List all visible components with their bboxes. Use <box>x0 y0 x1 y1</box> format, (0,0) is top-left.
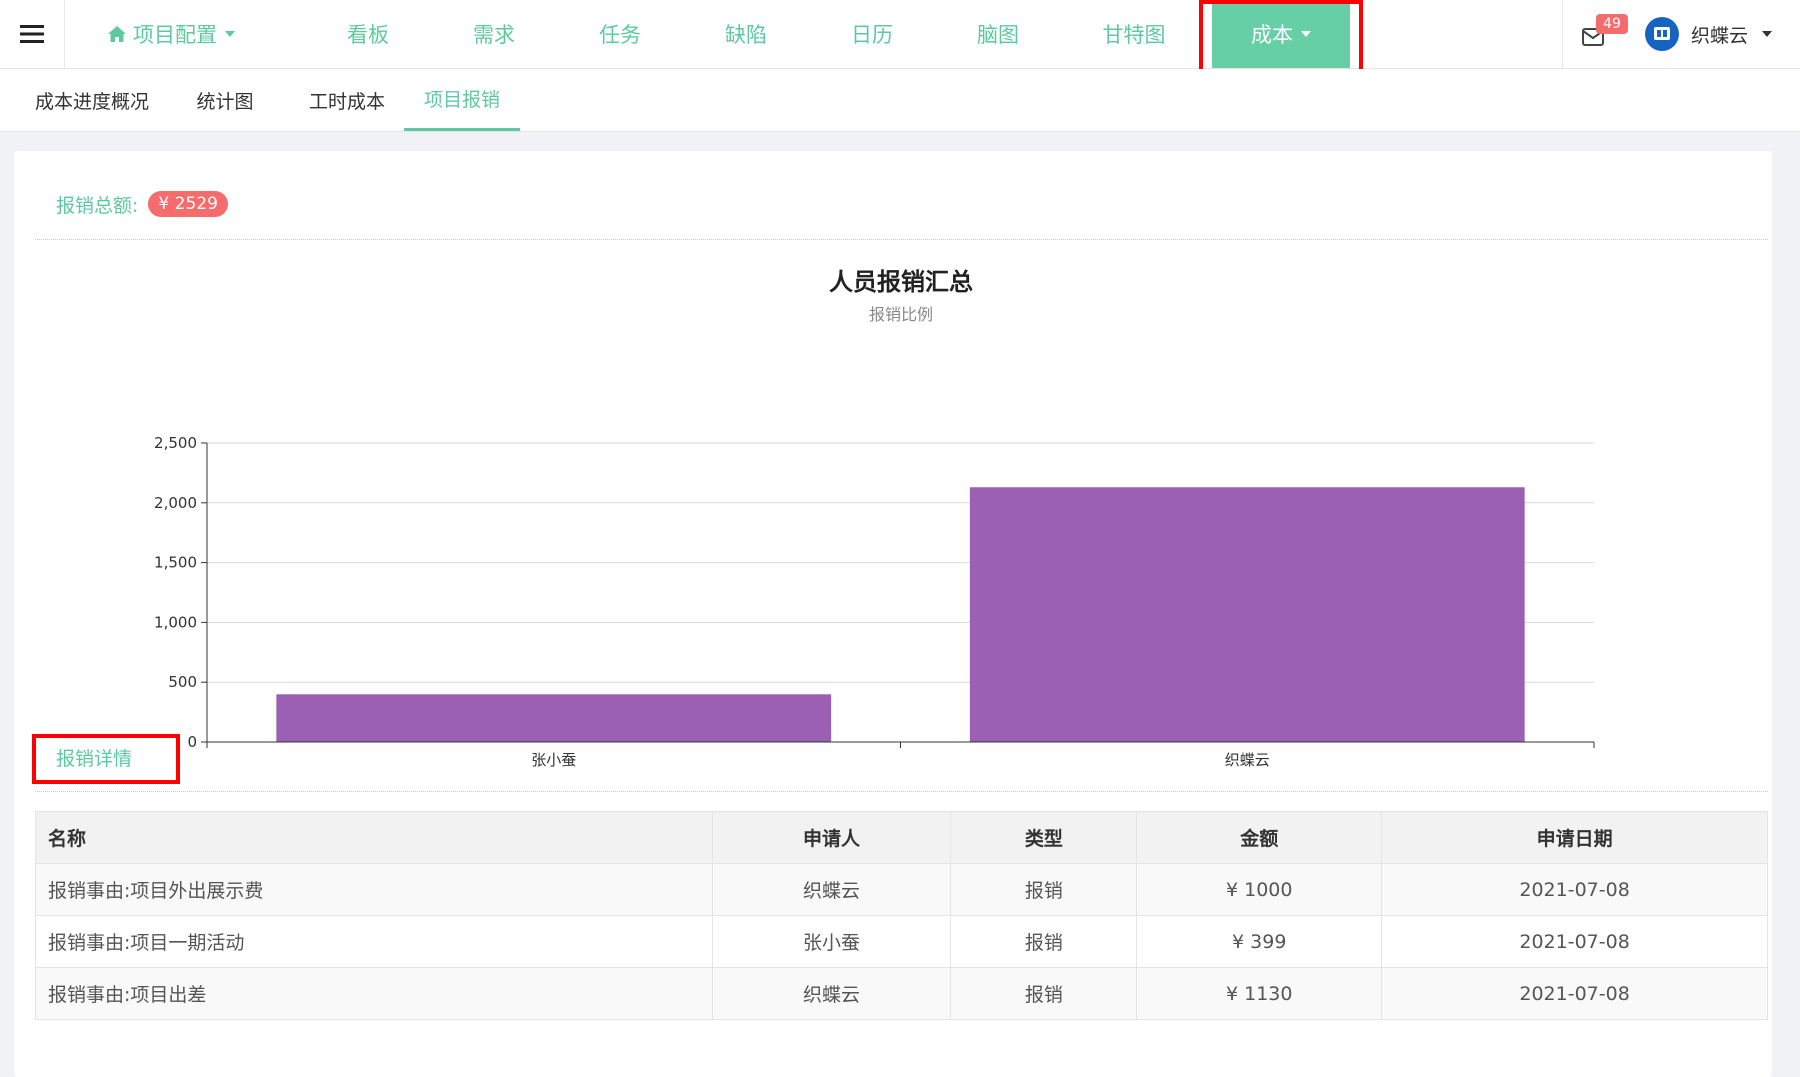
cell-date: 2021-07-08 <box>1381 863 1768 916</box>
nav-requirements-label: 需求 <box>473 23 515 47</box>
brand-logo-icon <box>1654 27 1670 40</box>
user-name: 织蝶云 <box>1691 24 1749 47</box>
nav-project-config-label: 项目配置 <box>133 23 217 47</box>
y-tick-label: 2,000 <box>154 494 197 512</box>
cell-applicant: 织蝶云 <box>711 863 952 916</box>
y-tick-label: 1,000 <box>154 613 197 631</box>
y-tick-label: 2,500 <box>154 434 197 452</box>
cell-type: 报销 <box>950 915 1138 968</box>
reimbursement-table: 名称 申请人 类型 金额 申请日期 报销事由:项目外出展示费 织蝶云 报销 ¥ … <box>35 811 1768 1020</box>
col-header-name[interactable]: 名称 <box>35 811 713 864</box>
tab-cost-overview-label: 成本进度概况 <box>34 90 149 113</box>
cell-amount: ¥ 399 <box>1136 915 1383 968</box>
nav-gantt-label: 甘特图 <box>1102 23 1166 47</box>
nav-requirements[interactable]: 需求 <box>444 0 544 68</box>
hamburger-icon <box>20 25 44 43</box>
bar-chart: 人员报销汇总 报销比例 0 500 1,000 1,500 2,000 2,500 张小蚕 织… <box>154 268 1595 769</box>
chevron-down-icon <box>1301 31 1311 37</box>
cell-type: 报销 <box>950 863 1138 916</box>
nav-kanban[interactable]: 看板 <box>318 0 418 68</box>
chart-title: 人员报销汇总 <box>829 268 973 296</box>
total-label: 报销总额: <box>56 194 139 217</box>
nav-mindmap[interactable]: 脑图 <box>948 0 1048 68</box>
nav-defects-label: 缺陷 <box>725 23 767 47</box>
col-header-type[interactable]: 类型 <box>950 811 1138 864</box>
notification-count-badge: 49 <box>1596 14 1628 34</box>
table-row[interactable]: 报销事由:项目出差 织蝶云 报销 ¥ 1130 2021-07-08 <box>35 967 1768 1020</box>
tab-labor-cost-label: 工时成本 <box>308 90 385 113</box>
divider <box>35 239 1768 240</box>
details-section-title: 报销详情 <box>56 748 133 770</box>
tab-project-reimbursement[interactable]: 项目报销 <box>404 69 520 131</box>
divider <box>35 791 1768 792</box>
chevron-down-icon <box>225 31 235 37</box>
nav-calendar[interactable]: 日历 <box>822 0 922 68</box>
user-menu[interactable]: 织蝶云 <box>1645 16 1773 52</box>
nav-cost-label: 成本 <box>1251 23 1293 47</box>
cell-date: 2021-07-08 <box>1381 967 1768 1020</box>
x-tick-label: 织蝶云 <box>1225 751 1270 769</box>
reimbursement-total: 报销总额: ¥ 2529 <box>56 191 228 217</box>
cell-name: 报销事由:项目出差 <box>35 967 713 1020</box>
cell-name: 报销事由:项目一期活动 <box>35 915 713 968</box>
content-card: 报销总额: ¥ 2529 人员报销汇总 报销比例 0 500 1,000 1,500 2… <box>14 151 1772 1077</box>
bar-1[interactable] <box>969 487 1525 742</box>
nav-gantt[interactable]: 甘特图 <box>1074 0 1194 68</box>
tab-statistics-label: 统计图 <box>196 90 254 113</box>
table-header-row: 名称 申请人 类型 金额 申请日期 <box>35 811 1768 864</box>
table-row[interactable]: 报销事由:项目外出展示费 织蝶云 报销 ¥ 1000 2021-07-08 <box>35 863 1768 916</box>
bar-0[interactable] <box>276 694 832 742</box>
nav-kanban-label: 看板 <box>347 23 389 47</box>
cell-applicant: 织蝶云 <box>711 967 952 1020</box>
reimbursement-chart: 人员报销汇总 报销比例 0 500 1,000 1,500 2,000 2,500 张小蚕 织… <box>14 251 1772 841</box>
cell-type: 报销 <box>950 967 1138 1020</box>
col-header-amount[interactable]: 金额 <box>1136 811 1383 864</box>
nav-defects[interactable]: 缺陷 <box>696 0 796 68</box>
home-icon <box>108 26 126 42</box>
y-tick-label: 500 <box>168 673 197 691</box>
tab-project-reimbursement-label: 项目报销 <box>423 89 500 111</box>
top-navbar: 项目配置 看板 需求 任务 缺陷 日历 脑图 甘特图 成本 49 织蝶云 <box>0 0 1800 79</box>
y-tick-label: 1,500 <box>154 554 197 572</box>
tab-cost-overview[interactable]: 成本进度概况 <box>22 69 162 131</box>
sub-tabs: 成本进度概况 统计图 工时成本 项目报销 <box>0 69 1800 132</box>
cell-amount: ¥ 1130 <box>1136 967 1383 1020</box>
x-tick-label: 张小蚕 <box>531 751 576 769</box>
col-header-applicant[interactable]: 申请人 <box>711 811 952 864</box>
avatar <box>1645 17 1679 51</box>
nav-mindmap-label: 脑图 <box>977 23 1019 47</box>
tab-statistics[interactable]: 统计图 <box>182 69 268 131</box>
cell-applicant: 张小蚕 <box>711 915 952 968</box>
navbar-divider <box>1562 0 1563 68</box>
tab-labor-cost[interactable]: 工时成本 <box>292 69 402 131</box>
table-row[interactable]: 报销事由:项目一期活动 张小蚕 报销 ¥ 399 2021-07-08 <box>35 915 1768 968</box>
menu-toggle-button[interactable] <box>0 0 65 68</box>
nav-tasks-label: 任务 <box>599 23 641 47</box>
cell-name: 报销事由:项目外出展示费 <box>35 863 713 916</box>
y-tick-label: 0 <box>187 733 197 751</box>
total-amount-badge: ¥ 2529 <box>148 191 228 217</box>
cell-date: 2021-07-08 <box>1381 915 1768 968</box>
cell-amount: ¥ 1000 <box>1136 863 1383 916</box>
notifications-button[interactable]: 49 <box>1582 14 1628 48</box>
nav-project-config[interactable]: 项目配置 <box>96 0 246 68</box>
nav-tasks[interactable]: 任务 <box>570 0 670 68</box>
chevron-down-icon <box>1762 31 1773 37</box>
nav-calendar-label: 日历 <box>851 23 893 47</box>
nav-cost[interactable]: 成本 <box>1212 0 1350 68</box>
chart-subtitle: 报销比例 <box>869 305 933 324</box>
col-header-date[interactable]: 申请日期 <box>1381 811 1768 864</box>
